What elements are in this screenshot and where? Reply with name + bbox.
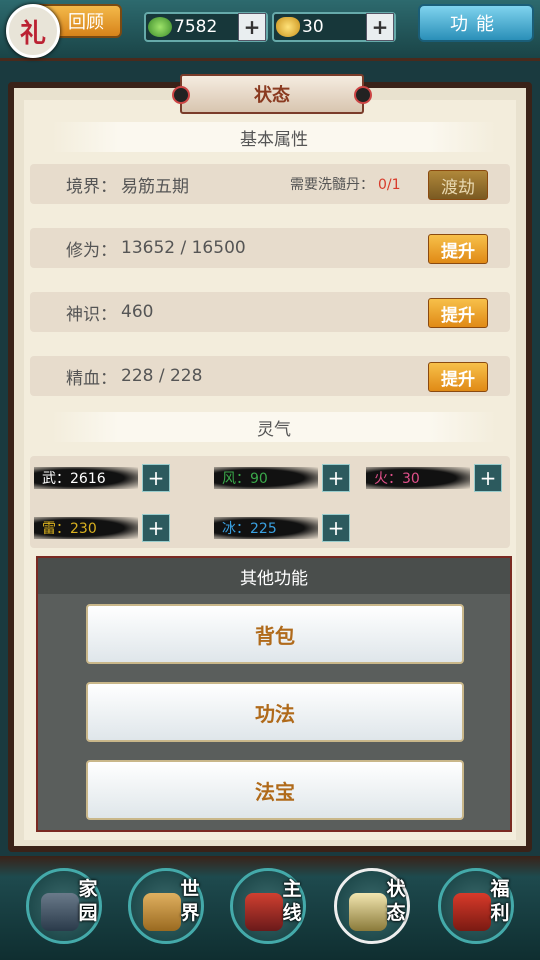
upgrade-spirit-button[interactable]: 提升	[428, 298, 488, 328]
cultivation-value: 13652 / 16500	[121, 238, 246, 258]
add-qi-martial-button[interactable]: +	[142, 464, 170, 492]
add-gold-button[interactable]: +	[366, 13, 394, 41]
qi-wind-label: 风：90	[214, 467, 318, 489]
status-icon	[349, 893, 387, 931]
add-qi-wind-button[interactable]: +	[322, 464, 350, 492]
gold-ingot-icon	[276, 17, 300, 37]
basic-attributes-header: 基本属性	[52, 122, 496, 152]
function-label: 功能	[450, 14, 502, 35]
jade-value: 7582	[174, 17, 218, 37]
upgrade-cultivation-button[interactable]: 提升	[428, 234, 488, 264]
qi-fire: 火：30 +	[366, 464, 502, 492]
realm-label: 境界：	[66, 176, 117, 197]
cultivation-label: 修为：	[66, 240, 117, 261]
nav-home[interactable]: 家园	[26, 868, 102, 944]
qi-martial: 武：2616 +	[34, 464, 170, 492]
jade-resource: 7582 +	[144, 12, 268, 42]
gift-icon[interactable]: 礼	[6, 4, 60, 58]
qi-fire-label: 火：30	[366, 467, 470, 489]
gold-value: 30	[302, 17, 324, 37]
spirit-value: 460	[121, 302, 154, 322]
home-icon	[41, 893, 79, 931]
other-functions-title: 其他功能	[38, 558, 510, 594]
qi-thunder: 雷：230 +	[34, 514, 170, 542]
nav-welfare-label: 福利	[490, 878, 510, 924]
quest-icon	[245, 893, 283, 931]
add-jade-button[interactable]: +	[238, 13, 266, 41]
review-label: 回顾	[68, 12, 104, 33]
nav-quest-label: 主线	[282, 878, 302, 924]
other-functions-panel: 其他功能 背包 功法 法宝	[36, 556, 512, 832]
skills-button[interactable]: 功法	[86, 682, 464, 742]
nav-world-label: 世界	[180, 878, 200, 924]
treasure-button[interactable]: 法宝	[86, 760, 464, 820]
jade-icon	[148, 17, 172, 37]
cultivation-row: 修为： 13652 / 16500 提升	[30, 228, 510, 268]
function-button[interactable]: 功能	[418, 4, 534, 42]
qi-martial-label: 武：2616	[34, 467, 138, 489]
world-icon	[143, 893, 181, 931]
qi-thunder-label: 雷：230	[34, 517, 138, 539]
nav-quest[interactable]: 主线	[230, 868, 306, 944]
spirit-row: 神识： 460 提升	[30, 292, 510, 332]
nav-home-label: 家园	[78, 878, 98, 924]
required-item-count: 0/1	[378, 177, 401, 193]
qi-header: 灵气	[52, 412, 496, 442]
add-qi-thunder-button[interactable]: +	[142, 514, 170, 542]
nav-world[interactable]: 世界	[128, 868, 204, 944]
add-qi-ice-button[interactable]: +	[322, 514, 350, 542]
essence-blood-label: 精血：	[66, 368, 117, 389]
tribulation-button[interactable]: 渡劫	[428, 170, 488, 200]
spirit-label: 神识：	[66, 304, 117, 325]
realm-value: 易筋五期	[121, 176, 189, 197]
nav-welfare[interactable]: 福利	[438, 868, 514, 944]
welfare-icon	[453, 893, 491, 931]
qi-ice-label: 冰：225	[214, 517, 318, 539]
required-item: 需要洗髓丹： 0/1	[290, 177, 401, 193]
qi-ice: 冰：225 +	[214, 514, 350, 542]
panel-title: 状态	[172, 74, 372, 114]
realm-row: 境界： 易筋五期 需要洗髓丹： 0/1 渡劫	[30, 164, 510, 204]
add-qi-fire-button[interactable]: +	[474, 464, 502, 492]
upgrade-essence-blood-button[interactable]: 提升	[428, 362, 488, 392]
nav-status[interactable]: 状态	[334, 868, 410, 944]
qi-wind: 风：90 +	[214, 464, 350, 492]
scroll-knob-left	[172, 86, 190, 104]
nav-status-label: 状态	[386, 878, 406, 924]
essence-blood-row: 精血： 228 / 228 提升	[30, 356, 510, 396]
gold-resource: 30 +	[272, 12, 396, 42]
backpack-button[interactable]: 背包	[86, 604, 464, 664]
essence-blood-value: 228 / 228	[121, 366, 203, 386]
scroll-knob-right	[354, 86, 372, 104]
